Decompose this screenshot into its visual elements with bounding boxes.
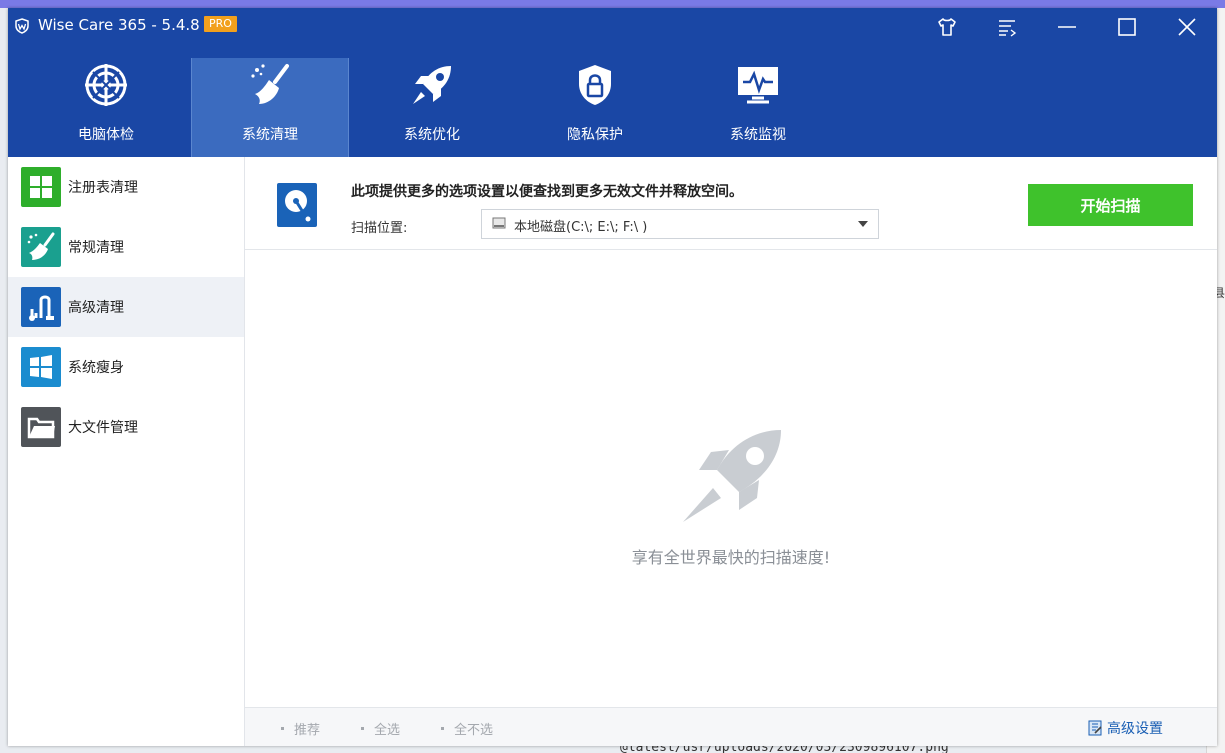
tab-label: 系统监视 xyxy=(730,127,786,143)
select-none-option[interactable]: 全不选 xyxy=(441,719,493,738)
maximize-button[interactable] xyxy=(1114,14,1140,40)
scan-results-area: 享有全世界最快的扫描速度! xyxy=(245,250,1217,707)
sidebar-item-advanced-clean[interactable]: 高级清理 xyxy=(8,277,244,337)
tab-system-optimize[interactable]: 系统优化 xyxy=(354,58,510,157)
sidebar-item-label: 常规清理 xyxy=(68,240,124,256)
speed-tagline: 享有全世界最快的扫描速度! xyxy=(631,548,831,567)
close-icon xyxy=(1178,18,1196,36)
minimize-icon xyxy=(1058,26,1076,28)
sidebar: 注册表清理 常规清理 高级清理 系统瘦身 大文件管理 xyxy=(8,157,245,746)
tab-label: 系统优化 xyxy=(404,127,460,143)
recommend-option[interactable]: 推荐 xyxy=(281,719,320,738)
scan-location-select[interactable]: 本地磁盘(C:\; E:\; F:\ ) xyxy=(481,209,879,239)
bullet-icon xyxy=(281,727,284,730)
select-all-label: 全选 xyxy=(374,723,401,738)
background-taskbar xyxy=(0,0,1225,8)
sidebar-item-large-file-manager[interactable]: 大文件管理 xyxy=(8,397,244,457)
sidebar-item-registry-clean[interactable]: 注册表清理 xyxy=(8,157,244,217)
close-button[interactable] xyxy=(1174,14,1200,40)
advanced-settings-link[interactable]: 高级设置 xyxy=(1087,718,1163,738)
title-bar: Wise Care 365 - 5.4.8 PRO xyxy=(8,8,1217,44)
maximize-icon xyxy=(1118,18,1136,36)
feature-description: 此项提供更多的选项设置以便查找到更多无效文件并释放空间。 xyxy=(351,184,743,200)
select-none-label: 全不选 xyxy=(454,723,494,738)
drive-icon xyxy=(492,217,506,229)
advanced-clean-header: 此项提供更多的选项设置以便查找到更多无效文件并释放空间。 扫描位置: 本地磁盘(… xyxy=(245,157,1217,250)
sidebar-item-system-slim[interactable]: 系统瘦身 xyxy=(8,337,244,397)
wise-care-window: Wise Care 365 - 5.4.8 PRO 电脑体检 系统清理 系统优化… xyxy=(8,8,1217,746)
footer-bar: 推荐 全选 全不选 高级设置 xyxy=(245,707,1217,746)
folder-icon xyxy=(21,407,61,447)
radar-icon xyxy=(85,64,127,106)
minimize-button[interactable] xyxy=(1054,14,1080,40)
sidebar-item-label: 高级清理 xyxy=(68,300,124,316)
tab-pc-checkup[interactable]: 电脑体检 xyxy=(28,58,184,157)
scan-location-value: 本地磁盘(C:\; E:\; F:\ ) xyxy=(514,220,648,235)
registry-grid-icon xyxy=(21,167,61,207)
tab-label: 隐私保护 xyxy=(567,127,623,143)
tab-system-monitor[interactable]: 系统监视 xyxy=(680,58,836,157)
advanced-settings-label: 高级设置 xyxy=(1107,721,1163,737)
rocket-icon xyxy=(413,66,451,104)
advanced-clean-icon xyxy=(21,287,61,327)
rocket-illustration-icon xyxy=(683,430,781,522)
sidebar-item-label: 注册表清理 xyxy=(68,180,138,196)
pro-badge: PRO xyxy=(204,16,237,32)
broom-icon xyxy=(251,64,289,104)
hard-disk-icon xyxy=(277,183,317,227)
windows-icon xyxy=(21,347,61,387)
skin-button[interactable] xyxy=(934,14,960,40)
tab-system-clean[interactable]: 系统清理 xyxy=(191,58,349,157)
sidebar-item-label: 系统瘦身 xyxy=(68,360,124,376)
tab-privacy-protect[interactable]: 隐私保护 xyxy=(517,58,673,157)
select-all-option[interactable]: 全选 xyxy=(361,719,400,738)
app-logo-icon xyxy=(15,18,29,34)
recommend-label: 推荐 xyxy=(294,723,321,738)
bullet-icon xyxy=(441,727,444,730)
menu-button[interactable] xyxy=(994,14,1020,40)
bullet-icon xyxy=(361,727,364,730)
monitor-pulse-icon xyxy=(738,67,778,104)
window-title: Wise Care 365 - 5.4.8 xyxy=(38,16,200,34)
menu-icon xyxy=(999,20,1017,37)
shield-lock-icon xyxy=(579,65,611,105)
sidebar-item-regular-clean[interactable]: 常规清理 xyxy=(8,217,244,277)
scan-location-label: 扫描位置: xyxy=(351,221,408,236)
tab-label: 电脑体检 xyxy=(78,127,134,143)
sidebar-item-label: 大文件管理 xyxy=(68,420,138,436)
start-scan-button[interactable]: 开始扫描 xyxy=(1028,184,1193,226)
tab-label: 系统清理 xyxy=(242,127,298,143)
tshirt-icon xyxy=(938,18,956,36)
settings-icon xyxy=(1088,720,1102,736)
main-nav: 电脑体检 系统清理 系统优化 隐私保护 系统监视 xyxy=(8,44,1217,157)
broom-icon xyxy=(21,227,61,267)
chevron-down-icon xyxy=(858,221,868,227)
